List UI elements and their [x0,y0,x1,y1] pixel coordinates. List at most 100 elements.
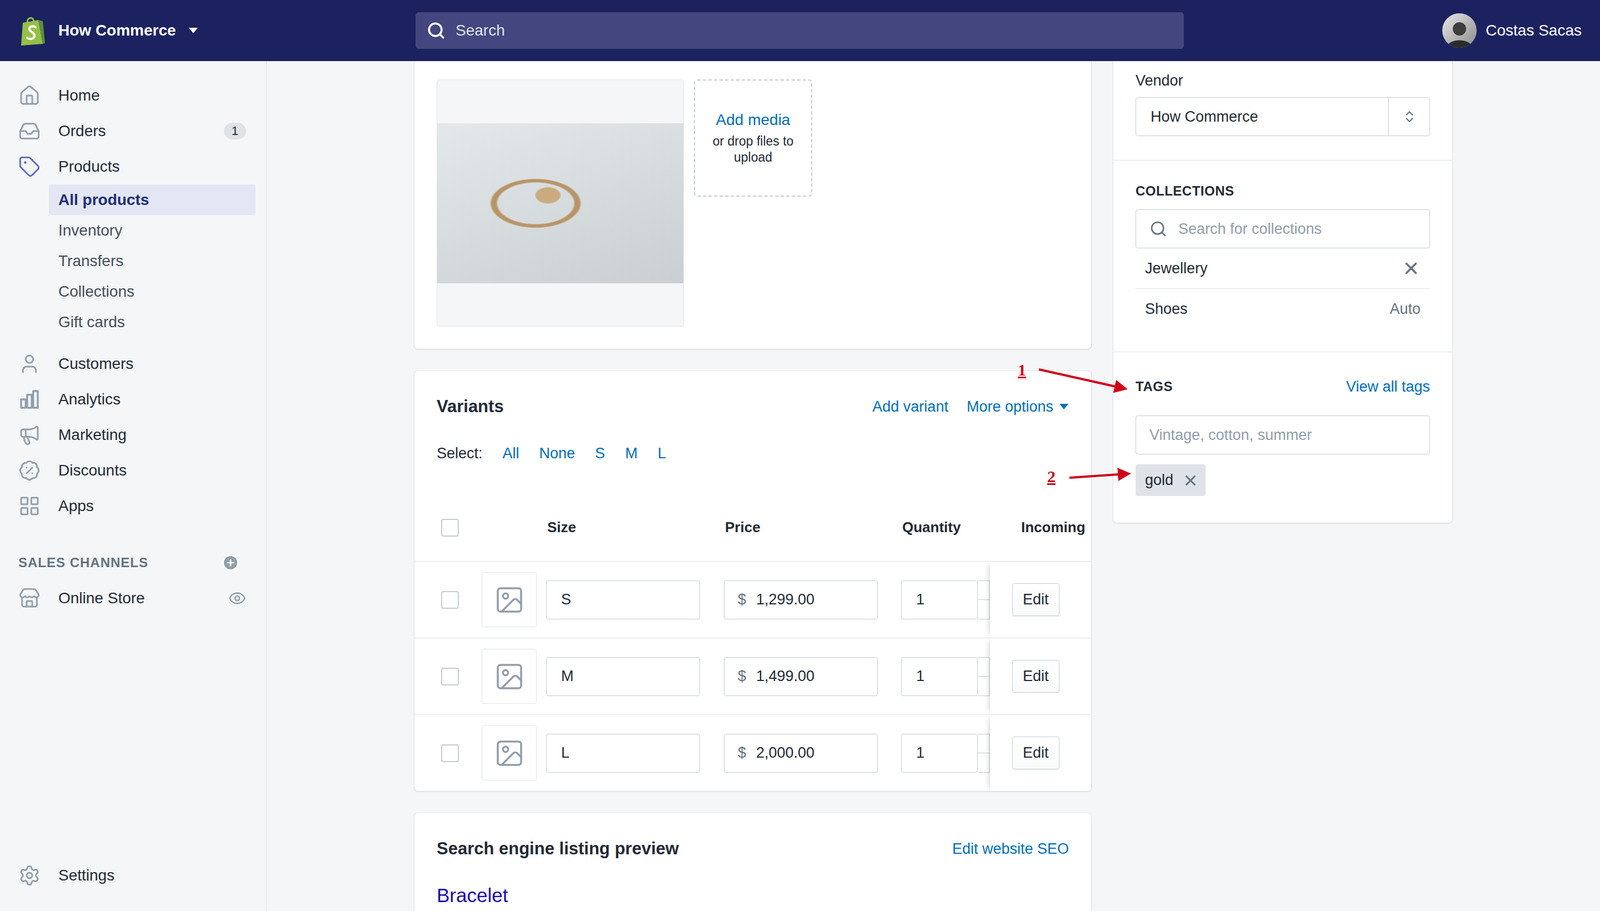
settings-item[interactable]: Settings [8,857,258,894]
sidebar-subitem[interactable]: Collections [48,276,256,307]
sidebar-item[interactable]: Analytics [8,381,258,418]
search-icon [1149,220,1168,238]
card-header: Search engine listing previewEdit websit… [414,813,1092,859]
sidebar-item[interactable]: Customers [8,346,258,382]
user-menu[interactable]: Costas Sacas [1442,13,1582,48]
size-field[interactable]: S [546,580,700,620]
price-field[interactable]: $1,499.00 [723,657,878,697]
media-tile[interactable] [436,79,684,327]
variant-image[interactable] [481,648,537,704]
image-placeholder-icon [493,661,525,693]
sidebar-item[interactable]: Apps [8,488,258,524]
view-all-tags-button[interactable]: View all tags [1346,376,1430,397]
home-icon [18,84,41,107]
sidebar-item-label: Home [58,86,100,105]
select-option[interactable]: L [657,443,667,464]
add-variant-button[interactable]: Add variant [872,396,949,417]
remove-collection-button[interactable] [1401,258,1421,278]
row-checkbox[interactable] [441,744,459,763]
variant-image[interactable] [481,572,537,628]
quantity-stepper[interactable] [977,657,990,697]
sidebar-subitem[interactable]: Transfers [48,245,256,277]
avatar [1442,13,1477,48]
sidebar-item[interactable]: Products [8,148,258,185]
quantity-input[interactable]: 1 [901,733,978,773]
organization-card: VendorHow CommerceCOLLECTIONSSearch for … [1113,61,1453,523]
quantity-stepper[interactable] [977,733,990,773]
sidebar-item-label: Online Store [58,589,145,608]
row-checkbox[interactable] [441,667,459,686]
add-channel-icon[interactable] [221,553,240,572]
analytics-icon [18,388,41,411]
store-name: How Commerce [58,21,177,40]
size-field[interactable]: M [546,657,700,697]
close-icon [1401,258,1421,278]
select-option[interactable]: None [539,443,576,464]
seo-preview-title[interactable]: Bracelet [414,885,1092,906]
sidebar-item-label: Customers [58,355,134,373]
size-field[interactable]: L [546,733,700,773]
collections-search[interactable]: Search for collections [1135,209,1430,249]
quantity-stepper[interactable] [977,580,990,620]
edit-button[interactable]: Edit [1012,736,1060,770]
select-all-checkbox[interactable] [441,518,459,537]
card-header: VariantsAdd variantMore options [414,371,1092,417]
add-media-link[interactable]: Add media [716,111,791,129]
image-placeholder-icon [493,737,525,769]
search-bar[interactable]: Search [415,12,1184,49]
sidebar-item[interactable]: Home [8,77,258,114]
more-options-button[interactable]: More options [966,396,1069,417]
select-option[interactable]: M [625,443,638,464]
step-up[interactable] [977,581,990,601]
tags-input[interactable]: Vintage, cotton, summer [1135,415,1430,455]
left-column: Add mediaor drop files to uploadVariants… [414,61,1092,911]
quantity-input[interactable]: 1 [901,657,978,697]
sidebar: Home Orders1ProductsAll productsInventory… [0,61,267,911]
variant-image[interactable] [481,725,537,781]
add-media-dropzone[interactable]: Add mediaor drop files to upload [693,79,813,197]
remove-tag-button[interactable] [1182,472,1199,489]
store-switcher[interactable]: How Commerce [0,15,267,47]
edit-button[interactable]: Edit [1012,583,1060,617]
edit-seo-button[interactable]: Edit website SEO [952,838,1069,859]
row-checkbox[interactable] [441,591,459,609]
edit-button[interactable]: Edit [1012,660,1060,693]
vendor-select[interactable]: How Commerce [1135,97,1430,137]
sidebar-item[interactable]: Discounts [8,452,258,489]
annotation-arrow-icon [1069,473,1127,478]
price-field[interactable]: $1,299.00 [723,580,878,620]
column-header: Price [723,518,902,537]
select-arrow [1388,97,1430,136]
section-title: SALES CHANNELS [18,555,149,571]
select-option[interactable]: S [595,443,605,464]
sidebar-item[interactable]: Orders1 [8,113,258,149]
sidebar-item-label: Settings [58,866,115,885]
variant-row: M $1,499.00 1 Edit [414,637,1092,715]
collection-note: Auto [1389,300,1421,318]
tags-section: TAGS View all tags Vintage, cotton, summer… [1113,351,1453,523]
count-badge: 1 [223,122,247,140]
sidebar-subitem[interactable]: All products [48,184,256,215]
sidebar-item[interactable]: Marketing [8,417,258,453]
step-down[interactable] [977,753,990,773]
quantity-input[interactable]: 1 [901,580,978,620]
tags-label: TAGS [1135,378,1173,395]
sales-channels-header: SALES CHANNELS [8,551,258,574]
eye-icon [228,589,247,608]
step-down[interactable] [977,600,990,619]
sales-channel-item[interactable]: Online Store [8,580,258,617]
main-content: Add mediaor drop files to uploadVariants… [266,61,1600,911]
step-up[interactable] [977,657,990,678]
view-store-button[interactable] [228,589,247,608]
avatar-photo-icon [1442,17,1477,48]
tags-header: TAGS View all tags [1135,376,1430,397]
sidebar-subitem[interactable]: Inventory [48,215,256,246]
tags-placeholder: Vintage, cotton, summer [1149,426,1312,444]
currency-prefix: $ [737,667,747,685]
step-up[interactable] [977,734,990,754]
price-field[interactable]: $2,000.00 [723,733,878,773]
tag-chip: gold [1135,464,1206,497]
step-down[interactable] [977,676,990,696]
select-option[interactable]: All [502,443,520,464]
sidebar-subitem[interactable]: Gift cards [48,306,256,338]
